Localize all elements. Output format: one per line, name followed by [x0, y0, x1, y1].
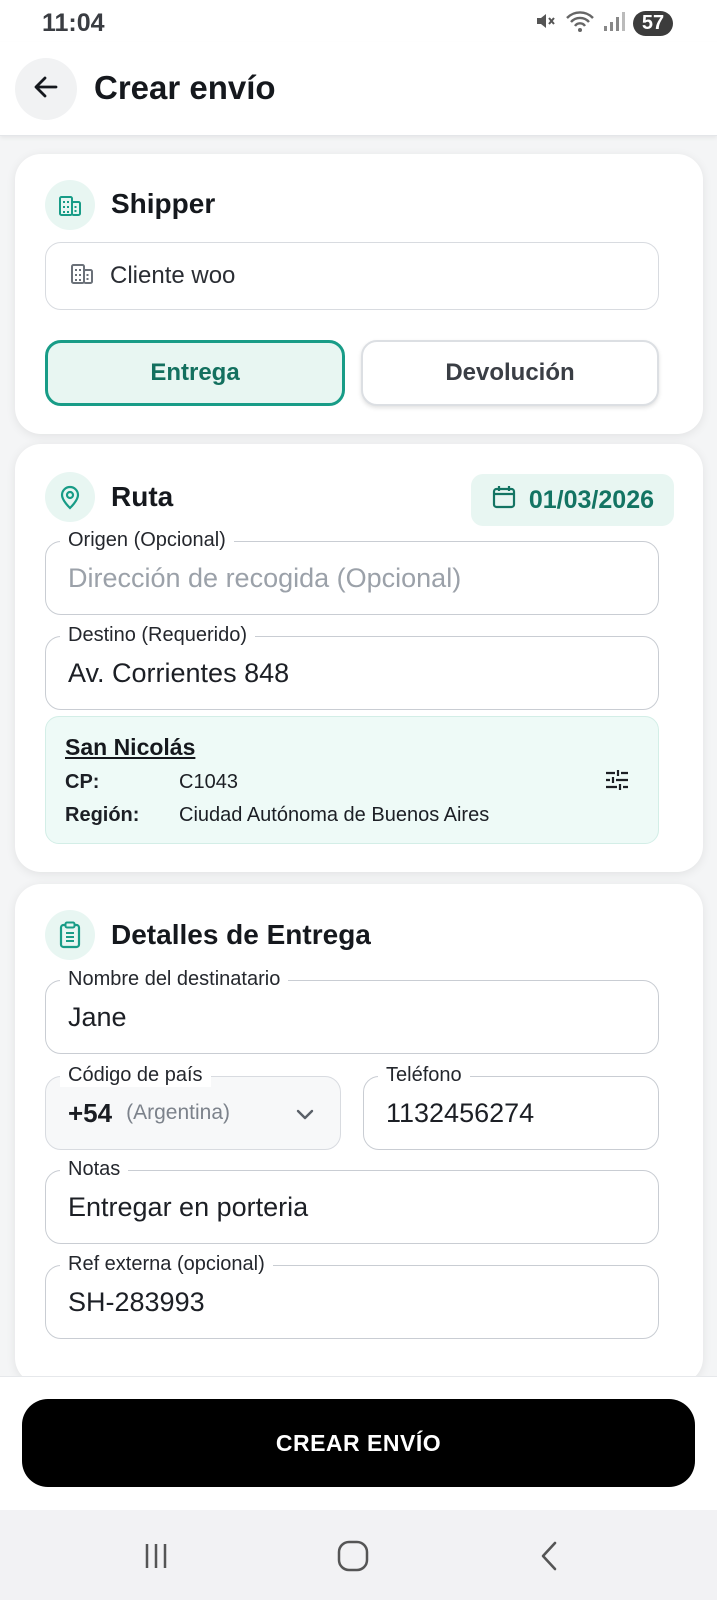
country-name: (Argentina) [126, 1101, 230, 1124]
zone-region-value: Ciudad Autónoma de Buenos Aires [179, 804, 490, 826]
building-icon [68, 259, 96, 294]
zone-name[interactable]: San Nicolás [65, 734, 195, 761]
section-title-route: Ruta [111, 481, 174, 512]
signal-icon [603, 10, 625, 37]
mute-icon [533, 9, 557, 38]
zone-cp-row: CP: C1043 [65, 771, 238, 794]
nav-back-icon[interactable] [528, 1534, 572, 1578]
phone-input[interactable]: Teléfono 1132456274 [363, 1063, 659, 1150]
battery-indicator: 57 [633, 11, 673, 36]
origin-input[interactable]: Origen (Opcional) Dirección de recogida … [45, 528, 659, 615]
country-code-label: Código de país [60, 1063, 211, 1087]
shipper-value: Cliente woo [110, 262, 236, 289]
clipboard-icon [45, 910, 95, 960]
sliders-icon[interactable] [604, 767, 630, 798]
recipient-value: Jane [68, 1001, 127, 1032]
date-picker-chip[interactable]: 01/03/2026 [470, 474, 674, 526]
recipient-name-input[interactable]: Nombre del destinatario Jane [45, 967, 659, 1054]
home-icon[interactable] [331, 1534, 375, 1578]
zone-cp-label: CP: [65, 771, 100, 793]
route-card: Ruta 01/03/2026 Origen (Opcional) Direcc… [15, 444, 703, 872]
recents-icon[interactable] [134, 1534, 178, 1578]
notes-input[interactable]: Notas Entregar en porteria [45, 1157, 659, 1244]
recipient-label: Nombre del destinatario [60, 967, 289, 991]
notes-label: Notas [60, 1157, 129, 1181]
shipper-card: Shipper Cliente woo Entrega Devolución [15, 154, 703, 434]
bottom-action-bar: CREAR ENVÍO [0, 1376, 717, 1510]
chevron-down-icon [294, 1103, 316, 1130]
wifi-icon [565, 9, 595, 38]
delivery-details-card: Detalles de Entrega Nombre del destinata… [15, 884, 703, 1384]
country-code-select[interactable]: Código de país +54 (Argentina) [45, 1063, 341, 1150]
zone-cp-value: C1043 [179, 771, 238, 793]
create-shipment-button[interactable]: CREAR ENVÍO [22, 1399, 695, 1487]
phone-value: 1132456274 [386, 1097, 535, 1128]
notes-value: Entregar en porteria [68, 1191, 309, 1222]
status-bar: 11:04 57 [0, 0, 717, 42]
destination-value: Av. Corrientes 848 [68, 657, 290, 688]
status-icons: 57 [533, 9, 673, 38]
calendar-icon [491, 484, 517, 517]
origin-label: Origen (Opcional) [60, 528, 234, 552]
zone-region-label: Región: [65, 804, 140, 826]
zone-region-row: Región: Ciudad Autónoma de Buenos Aires [65, 804, 489, 827]
section-title-shipper: Shipper [111, 188, 216, 219]
country-code-value: +54 [68, 1097, 113, 1128]
origin-placeholder: Dirección de recogida (Opcional) [68, 562, 462, 593]
destination-label: Destino (Requerido) [60, 623, 255, 647]
date-value: 01/03/2026 [528, 485, 654, 514]
system-nav-bar [0, 1510, 717, 1600]
toggle-entrega[interactable]: Entrega [45, 340, 345, 406]
page-title: Crear envío [94, 69, 276, 106]
building-icon [45, 180, 95, 230]
section-title-delivery: Detalles de Entrega [111, 919, 371, 950]
external-ref-input[interactable]: Ref externa (opcional) SH-283993 [45, 1252, 659, 1339]
destination-input[interactable]: Destino (Requerido) Av. Corrientes 848 [45, 623, 659, 710]
toggle-devolucion[interactable]: Devolución [361, 340, 659, 406]
zone-info-box: San Nicolás CP: C1043 Región: Ciudad Autón… [45, 716, 659, 844]
shipper-select[interactable]: Cliente woo [45, 242, 659, 310]
external-ref-label: Ref externa (opcional) [60, 1252, 273, 1276]
back-arrow-icon [32, 73, 60, 106]
app-bar: Crear envío [0, 42, 717, 136]
location-pin-icon [45, 472, 95, 522]
status-time: 11:04 [42, 9, 105, 37]
back-button[interactable] [15, 58, 77, 120]
phone-label: Teléfono [378, 1063, 470, 1087]
external-ref-value: SH-283993 [68, 1286, 205, 1317]
